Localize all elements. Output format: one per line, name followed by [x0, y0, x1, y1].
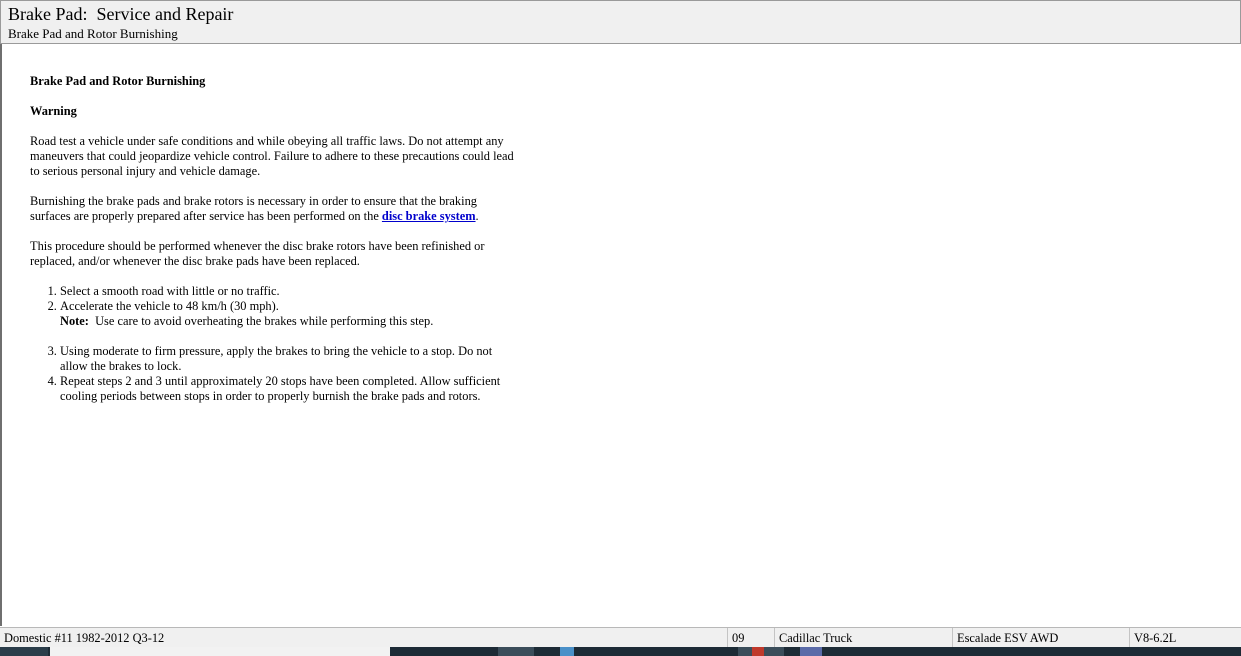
taskbar-app-icon[interactable] — [560, 647, 574, 656]
status-engine: V8-6.2L — [1134, 631, 1177, 645]
burnishing-paragraph: Burnishing the brake pads and brake roto… — [30, 194, 515, 224]
document-body: Brake Pad and Rotor Burnishing Warning R… — [30, 74, 515, 404]
note-label: Note: — [60, 314, 89, 328]
list-item: Repeat steps 2 and 3 until approximately… — [60, 374, 515, 404]
status-year: 09 — [728, 628, 775, 648]
status-make: Cadillac Truck — [775, 628, 953, 648]
taskbar-app-icon[interactable] — [752, 647, 764, 656]
note-text: Use care to avoid overheating the brakes… — [88, 314, 434, 328]
section-heading: Brake Pad and Rotor Burnishing — [30, 74, 206, 88]
page-title: Brake Pad: Service and Repair — [8, 4, 234, 24]
taskbar — [0, 647, 1241, 656]
disc-brake-system-link[interactable]: disc brake system — [382, 209, 476, 223]
status-bar: Domestic #11 1982-2012 Q3-12 09 Cadillac… — [0, 627, 1241, 648]
procedure-paragraph: This procedure should be performed whene… — [30, 239, 485, 268]
note: Note: Use care to avoid overheating the … — [60, 314, 515, 329]
taskbar-app-icon[interactable] — [800, 647, 822, 656]
taskbar-app-icon[interactable] — [498, 647, 534, 656]
warning-heading: Warning — [30, 104, 77, 118]
paragraph-end: . — [475, 209, 479, 223]
warning-text: Road test a vehicle under safe condition… — [30, 134, 514, 178]
start-button[interactable] — [0, 647, 48, 656]
step-text: Accelerate the vehicle to 48 km/h (30 mp… — [60, 299, 279, 313]
procedure-steps: Select a smooth road with little or no t… — [30, 284, 515, 404]
document-pane[interactable]: Brake Pad and Rotor Burnishing Warning R… — [0, 44, 1241, 626]
status-database: Domestic #11 1982-2012 Q3-12 — [0, 628, 728, 648]
list-item: Select a smooth road with little or no t… — [60, 284, 515, 299]
page-subtitle: Brake Pad and Rotor Burnishing — [8, 26, 178, 41]
list-item: Accelerate the vehicle to 48 km/h (30 mp… — [60, 299, 515, 329]
taskbar-search-box[interactable] — [50, 647, 390, 656]
list-item: Using moderate to firm pressure, apply t… — [60, 344, 515, 374]
status-model: Escalade ESV AWD — [953, 628, 1130, 648]
title-header: Brake Pad: Service and Repair Brake Pad … — [0, 0, 1241, 44]
